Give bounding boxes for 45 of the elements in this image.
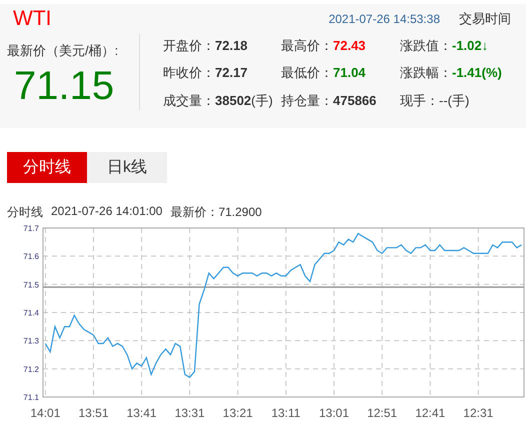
stat-value: 38502(手) — [215, 92, 273, 108]
axis-label: 13:51 — [78, 406, 109, 420]
trading-hours-link[interactable]: 交易时间 — [459, 10, 511, 28]
stat-value: 72.43 — [333, 38, 366, 53]
stat-label: 涨跌幅： — [400, 65, 452, 80]
axis-label: 13:31 — [174, 406, 205, 420]
axis-label: 12:31 — [463, 406, 494, 420]
axis-label: 71.4 — [23, 308, 39, 318]
axis-label: 71.7 — [23, 224, 39, 233]
axis-label: 71.3 — [23, 336, 39, 346]
stat-label: 持仓量： — [281, 92, 333, 108]
chart-price: 最新价：71.2900 — [170, 204, 262, 220]
stat-label: 涨跌值： — [400, 38, 452, 53]
axis-label: 13:21 — [222, 406, 253, 420]
price-label: 最新价（美元/桶）: — [7, 42, 120, 60]
axis-label: 13:41 — [126, 406, 157, 420]
stat-value: -1.41(%) — [452, 65, 502, 80]
axis-label: 71.5 — [23, 280, 39, 290]
axis-label: 71.1 — [23, 393, 39, 402]
axis-label: 14:01 — [30, 406, 60, 420]
stat-label: 成交量： — [163, 92, 215, 108]
axis-label: 13:11 — [271, 406, 300, 420]
latest-price: 71.15 — [14, 64, 116, 109]
stat-label: 最低价： — [281, 65, 333, 80]
chart-title: 分时线 — [7, 204, 43, 220]
axis-label: 71.2 — [23, 364, 39, 374]
stat-label: 现手： — [400, 92, 439, 108]
stat-label: 昨收价： — [163, 65, 215, 80]
axis-label: 12:41 — [415, 406, 446, 420]
timestamp: 2021-07-26 14:53:38 — [328, 12, 440, 26]
chart-time: 2021-07-26 14:01:00 — [51, 204, 162, 220]
stat-value: 71.04 — [333, 65, 366, 80]
stat-value: 72.17 — [215, 65, 248, 80]
stat-value: --(手) — [439, 92, 470, 108]
stat-label: 开盘价： — [163, 38, 215, 53]
tab[interactable]: 分时线 — [7, 152, 87, 183]
symbol-title: WTI — [13, 7, 52, 31]
stat-value: 475866 — [333, 92, 376, 108]
axis-label: 71.6 — [23, 252, 39, 262]
stat-value: -1.02↓ — [452, 38, 488, 53]
axis-label: 12:51 — [367, 406, 398, 420]
axis-label: 13:01 — [319, 406, 350, 420]
stat-value: 72.18 — [215, 38, 248, 53]
tab[interactable]: 日k线 — [87, 152, 167, 183]
stat-label: 最高价： — [281, 38, 333, 53]
